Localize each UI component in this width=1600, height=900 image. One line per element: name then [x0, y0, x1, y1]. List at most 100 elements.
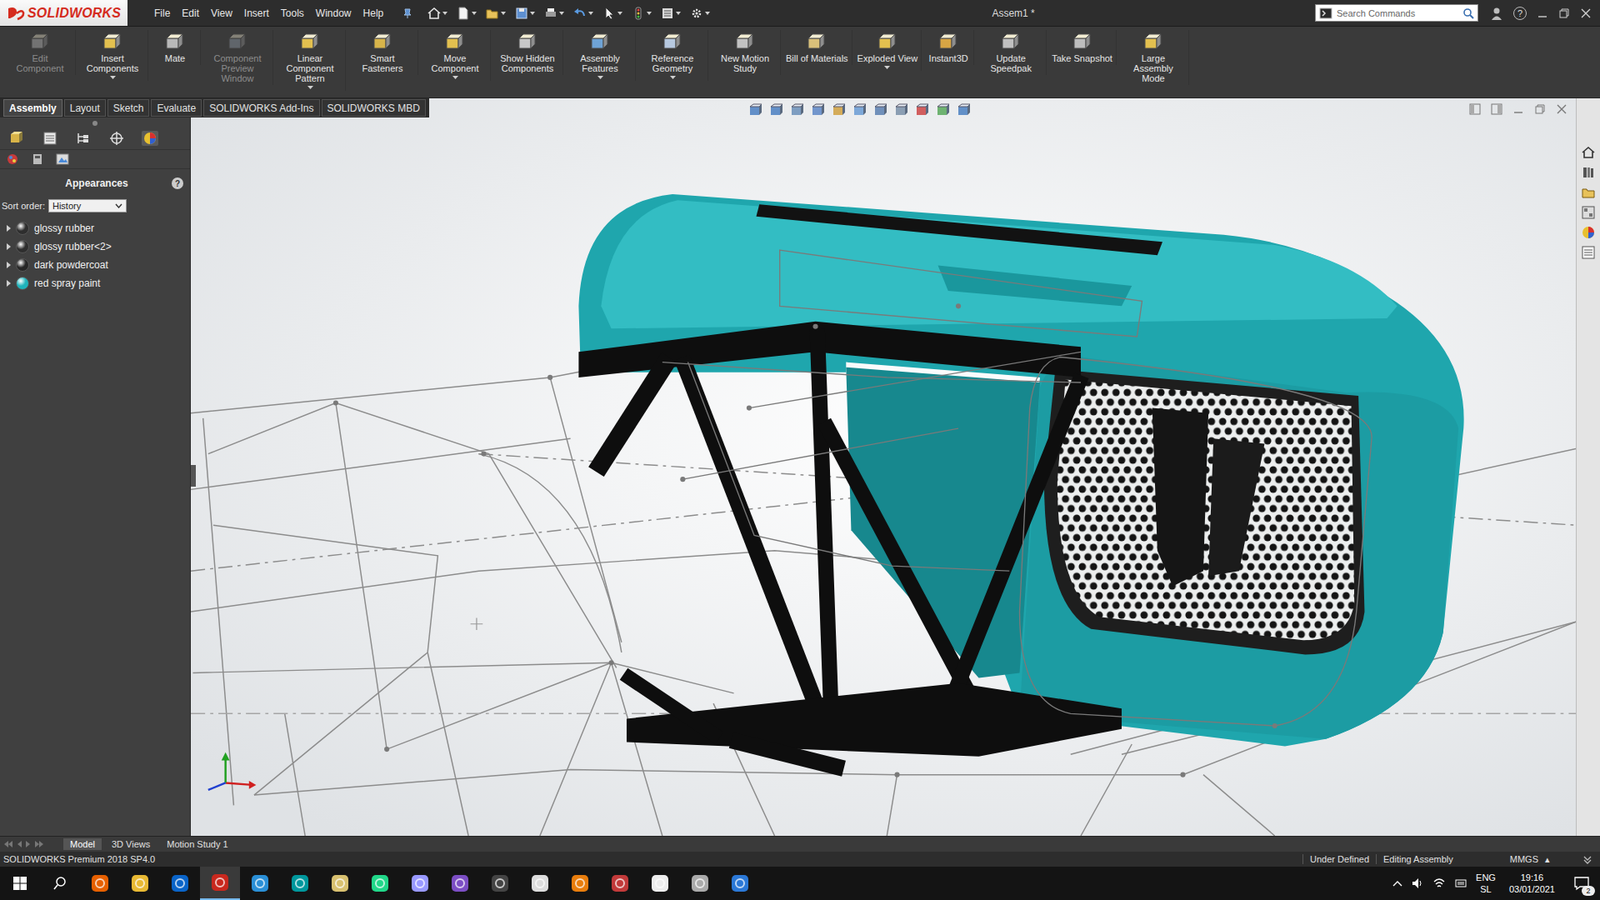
- quick-access-button[interactable]: [512, 4, 537, 23]
- viewport-minimize-icon[interactable]: [1512, 103, 1525, 115]
- scroll-last-icon[interactable]: [34, 840, 45, 849]
- view-tool-button[interactable]: [830, 103, 846, 119]
- view-tool-button[interactable]: [955, 103, 971, 119]
- menu-item[interactable]: Edit: [176, 5, 205, 22]
- dropdown-caret-icon[interactable]: [884, 65, 890, 70]
- assembly-model[interactable]: [190, 98, 1576, 836]
- command-tab[interactable]: SOLIDWORKS MBD: [321, 99, 426, 117]
- quick-access-button[interactable]: [658, 4, 683, 23]
- view-tool-button[interactable]: [872, 103, 888, 119]
- taskbar-app[interactable]: [560, 866, 600, 900]
- panel-collapse-handle[interactable]: [190, 465, 196, 487]
- restore-icon[interactable]: [1558, 7, 1570, 20]
- property-manager-icon[interactable]: [41, 130, 59, 146]
- appearance-item[interactable]: glossy rubber: [0, 219, 190, 238]
- model-tab[interactable]: Model: [63, 838, 102, 850]
- viewport-restore-icon[interactable]: [1534, 103, 1546, 115]
- menu-item[interactable]: Insert: [239, 5, 275, 22]
- input-method-icon[interactable]: [1454, 876, 1468, 890]
- appearance-item[interactable]: dark powdercoat: [0, 255, 190, 275]
- command-tab[interactable]: Assembly: [3, 99, 63, 117]
- start-button[interactable]: [0, 866, 40, 900]
- scene-view-icon[interactable]: [55, 152, 70, 166]
- view-tool-button[interactable]: [789, 103, 805, 119]
- taskbar-app[interactable]: [720, 866, 760, 900]
- close-icon[interactable]: [1580, 7, 1592, 20]
- menu-item[interactable]: View: [205, 5, 238, 22]
- panel-handle[interactable]: [92, 120, 98, 126]
- ribbon-button[interactable]: Bill of Materials: [782, 30, 853, 65]
- ribbon-button[interactable]: Take Snapshot: [1048, 30, 1117, 65]
- taskbar-app[interactable]: [160, 866, 200, 900]
- dropdown-caret-icon[interactable]: [110, 75, 116, 80]
- menu-item[interactable]: Window: [310, 5, 357, 22]
- taskbar-app[interactable]: [520, 866, 560, 900]
- ribbon-button[interactable]: Large Assembly Mode: [1118, 30, 1190, 85]
- taskbar-app[interactable]: [680, 866, 720, 900]
- language-indicator[interactable]: ENG SL: [1475, 871, 1496, 895]
- taskbar-app[interactable]: [320, 866, 360, 900]
- appearance-item[interactable]: glossy rubber<2>: [0, 237, 190, 256]
- appearances-scenes-icon[interactable]: [1580, 225, 1596, 240]
- feature-manager-icon[interactable]: [8, 130, 25, 146]
- view-tool-button[interactable]: [747, 103, 763, 119]
- help-button[interactable]: ?: [1513, 6, 1527, 20]
- quick-access-button[interactable]: [600, 4, 625, 23]
- tile-left-icon[interactable]: [1469, 103, 1481, 115]
- status-options-icon[interactable]: [1581, 853, 1594, 865]
- frame[interactable]: [578, 321, 1122, 767]
- ribbon-button[interactable]: Reference Geometry: [637, 30, 709, 81]
- quick-access-button[interactable]: [483, 4, 508, 23]
- expand-arrow-icon[interactable]: [6, 225, 11, 232]
- dropdown-caret-icon[interactable]: [597, 75, 604, 80]
- pin-icon[interactable]: [401, 7, 414, 20]
- sort-order-dropdown[interactable]: History: [48, 199, 127, 213]
- scroll-first-icon[interactable]: [3, 840, 14, 849]
- dropdown-caret-icon[interactable]: [670, 75, 676, 80]
- configuration-manager-icon[interactable]: [75, 130, 92, 146]
- ribbon-button[interactable]: Smart Fasteners: [347, 30, 419, 75]
- show-hidden-icons-icon[interactable]: [1392, 879, 1403, 888]
- ribbon-button[interactable]: Linear Component Pattern: [275, 30, 346, 91]
- quick-access-button[interactable]: [570, 4, 595, 23]
- taskbar-app[interactable]: [280, 866, 320, 900]
- minimize-icon[interactable]: [1536, 7, 1549, 20]
- ribbon-button[interactable]: Component Preview Window: [202, 30, 274, 85]
- quick-access-button[interactable]: [454, 4, 479, 23]
- ribbon-button[interactable]: Insert Components: [77, 30, 149, 81]
- ribbon-button[interactable]: New Motion Study: [710, 30, 781, 75]
- dimxpert-icon[interactable]: [108, 130, 125, 146]
- ribbon-button[interactable]: Mate: [150, 30, 201, 65]
- tile-right-icon[interactable]: [1490, 103, 1503, 115]
- view-tool-button[interactable]: [768, 103, 784, 119]
- view-tool-button[interactable]: [810, 103, 825, 119]
- display-manager-icon[interactable]: [141, 130, 159, 146]
- command-tab[interactable]: Layout: [64, 99, 106, 117]
- ribbon-button[interactable]: Instant3D: [923, 30, 975, 65]
- ribbon-button[interactable]: Edit Component: [5, 30, 76, 75]
- model-tab[interactable]: 3D Views: [105, 838, 157, 850]
- taskbar-app[interactable]: [240, 866, 280, 900]
- taskbar-app[interactable]: [400, 866, 440, 900]
- user-icon[interactable]: [1490, 6, 1504, 20]
- resources-icon[interactable]: [1580, 145, 1596, 160]
- custom-properties-icon[interactable]: [1580, 245, 1596, 260]
- menu-item[interactable]: Tools: [275, 5, 310, 22]
- design-library-icon[interactable]: [1580, 165, 1596, 180]
- ribbon-button[interactable]: Move Component: [420, 30, 491, 81]
- dropdown-caret-icon[interactable]: [307, 85, 314, 90]
- menu-item[interactable]: File: [149, 5, 175, 22]
- quick-access-button[interactable]: [425, 4, 450, 23]
- volume-icon[interactable]: [1410, 876, 1425, 890]
- expand-arrow-icon[interactable]: [6, 280, 11, 287]
- taskbar-app[interactable]: [440, 866, 480, 900]
- view-tool-button[interactable]: [935, 103, 950, 119]
- decals-view-icon[interactable]: [30, 152, 45, 166]
- action-center[interactable]: 2: [1568, 875, 1595, 891]
- taskbar-app[interactable]: [600, 866, 640, 900]
- taskbar-app[interactable]: [200, 866, 240, 900]
- command-tab[interactable]: Sketch: [107, 99, 150, 117]
- view-tool-button[interactable]: [893, 103, 909, 119]
- view-tool-button[interactable]: [851, 103, 867, 119]
- ribbon-button[interactable]: Exploded View: [854, 30, 923, 71]
